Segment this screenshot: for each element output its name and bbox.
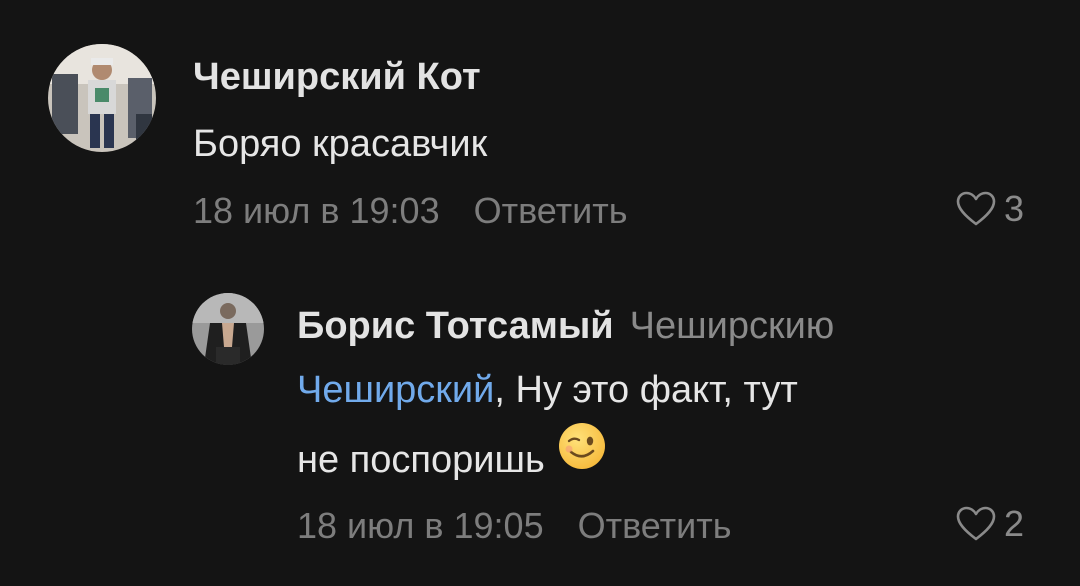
- like-button[interactable]: 2: [956, 503, 1024, 545]
- like-button[interactable]: 3: [956, 188, 1024, 230]
- comment: Чеширский Кот Боряо красавчик 18 июл в 1…: [0, 0, 1080, 240]
- reply-comment: Борис Тотсамый Чеширскию Чеширский, Ну эт…: [0, 260, 1080, 586]
- comment-meta: 18 июл в 19:05 Ответить: [297, 505, 731, 547]
- avatar-photo-icon: [192, 293, 264, 365]
- like-count: 3: [1004, 188, 1025, 229]
- avatar[interactable]: [48, 44, 156, 152]
- comment-text-body: Боряо красавчик: [193, 123, 488, 165]
- avatar[interactable]: [192, 293, 264, 365]
- comment-author: Борис Тотсамый Чеширскию: [297, 305, 834, 348]
- mention-link[interactable]: Чеширский: [297, 369, 494, 411]
- like-count: 2: [1004, 503, 1025, 544]
- winking-face-emoji-icon: [557, 421, 607, 494]
- reply-to-label[interactable]: Чеширскию: [630, 305, 835, 347]
- comment-meta: 18 июл в 19:03 Ответить: [193, 190, 627, 232]
- comment-text-body: , Ну это факт, тут: [494, 369, 798, 411]
- comment-date: 18 июл в 19:03: [193, 190, 440, 231]
- author-name[interactable]: Борис Тотсамый: [297, 305, 614, 347]
- heart-icon: [956, 191, 996, 226]
- comment-text: Чеширский, Ну это факт, тут не поспоришь: [297, 355, 798, 495]
- heart-icon: [956, 506, 996, 541]
- comment-text-line: не поспоришь: [297, 423, 798, 495]
- comment-text-body: не поспоришь: [297, 439, 545, 481]
- reply-button[interactable]: Ответить: [474, 190, 628, 231]
- comment-text: Боряо красавчик: [193, 109, 487, 179]
- comment-date: 18 июл в 19:05: [297, 505, 544, 546]
- comment-author[interactable]: Чеширский Кот: [193, 56, 481, 99]
- avatar-photo-icon: [48, 44, 156, 152]
- reply-button[interactable]: Ответить: [578, 505, 732, 546]
- comment-text-line: Чеширский, Ну это факт, тут: [297, 355, 798, 425]
